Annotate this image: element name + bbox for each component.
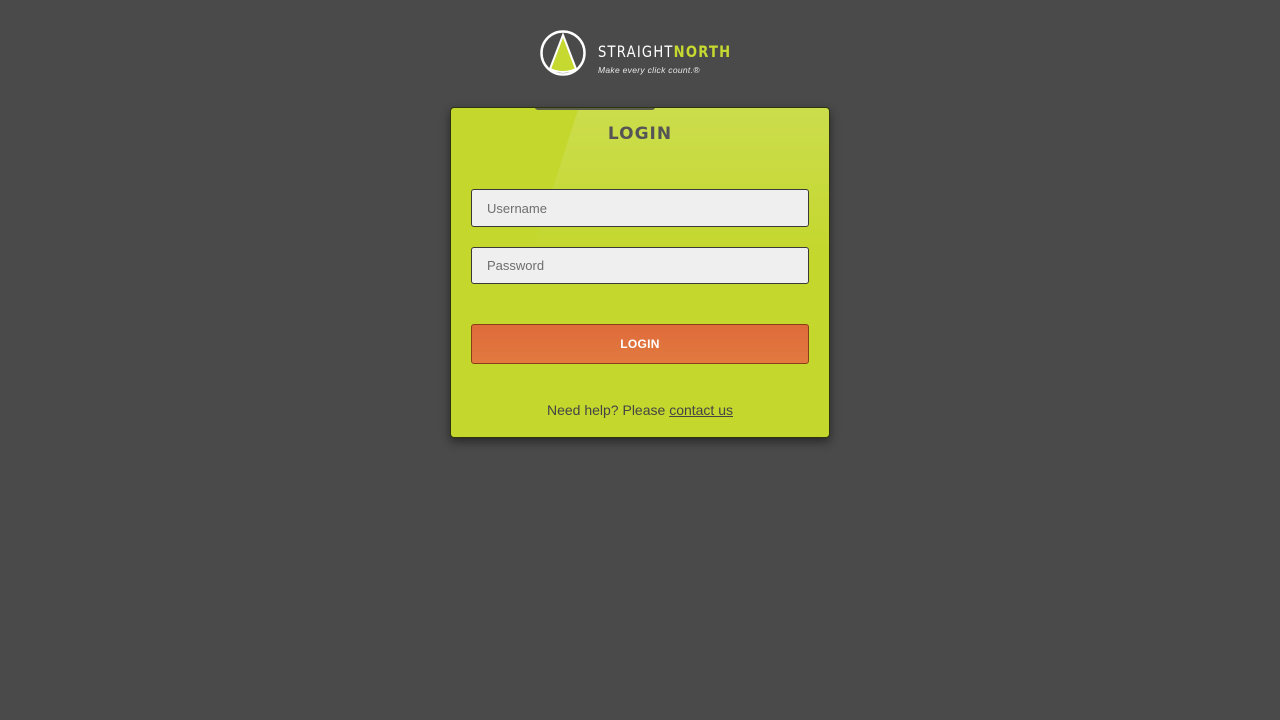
brand-name-part1: STRAIGHT — [598, 42, 674, 61]
north-arrow-circle-icon — [540, 30, 586, 76]
help-text-label: Need help? Please — [546, 402, 670, 418]
help-text: Need help? Please contact us — [451, 402, 829, 418]
brand-name-part2: NORTH — [673, 42, 732, 61]
brand-name: STRAIGHTNORTH — [598, 43, 731, 61]
login-button[interactable]: LOGIN — [471, 324, 809, 364]
login-card: LOGIN LOGIN Need help? Please contact us — [450, 107, 830, 438]
username-input[interactable] — [471, 189, 809, 227]
contact-us-link[interactable]: contact us — [669, 402, 733, 418]
brand-logo: STRAIGHTNORTH Make every click count.® — [540, 30, 742, 78]
password-input[interactable] — [471, 247, 809, 284]
brand-tagline: Make every click count.® — [598, 65, 700, 75]
card-top-tab — [535, 108, 655, 110]
login-title: LOGIN — [607, 124, 673, 144]
